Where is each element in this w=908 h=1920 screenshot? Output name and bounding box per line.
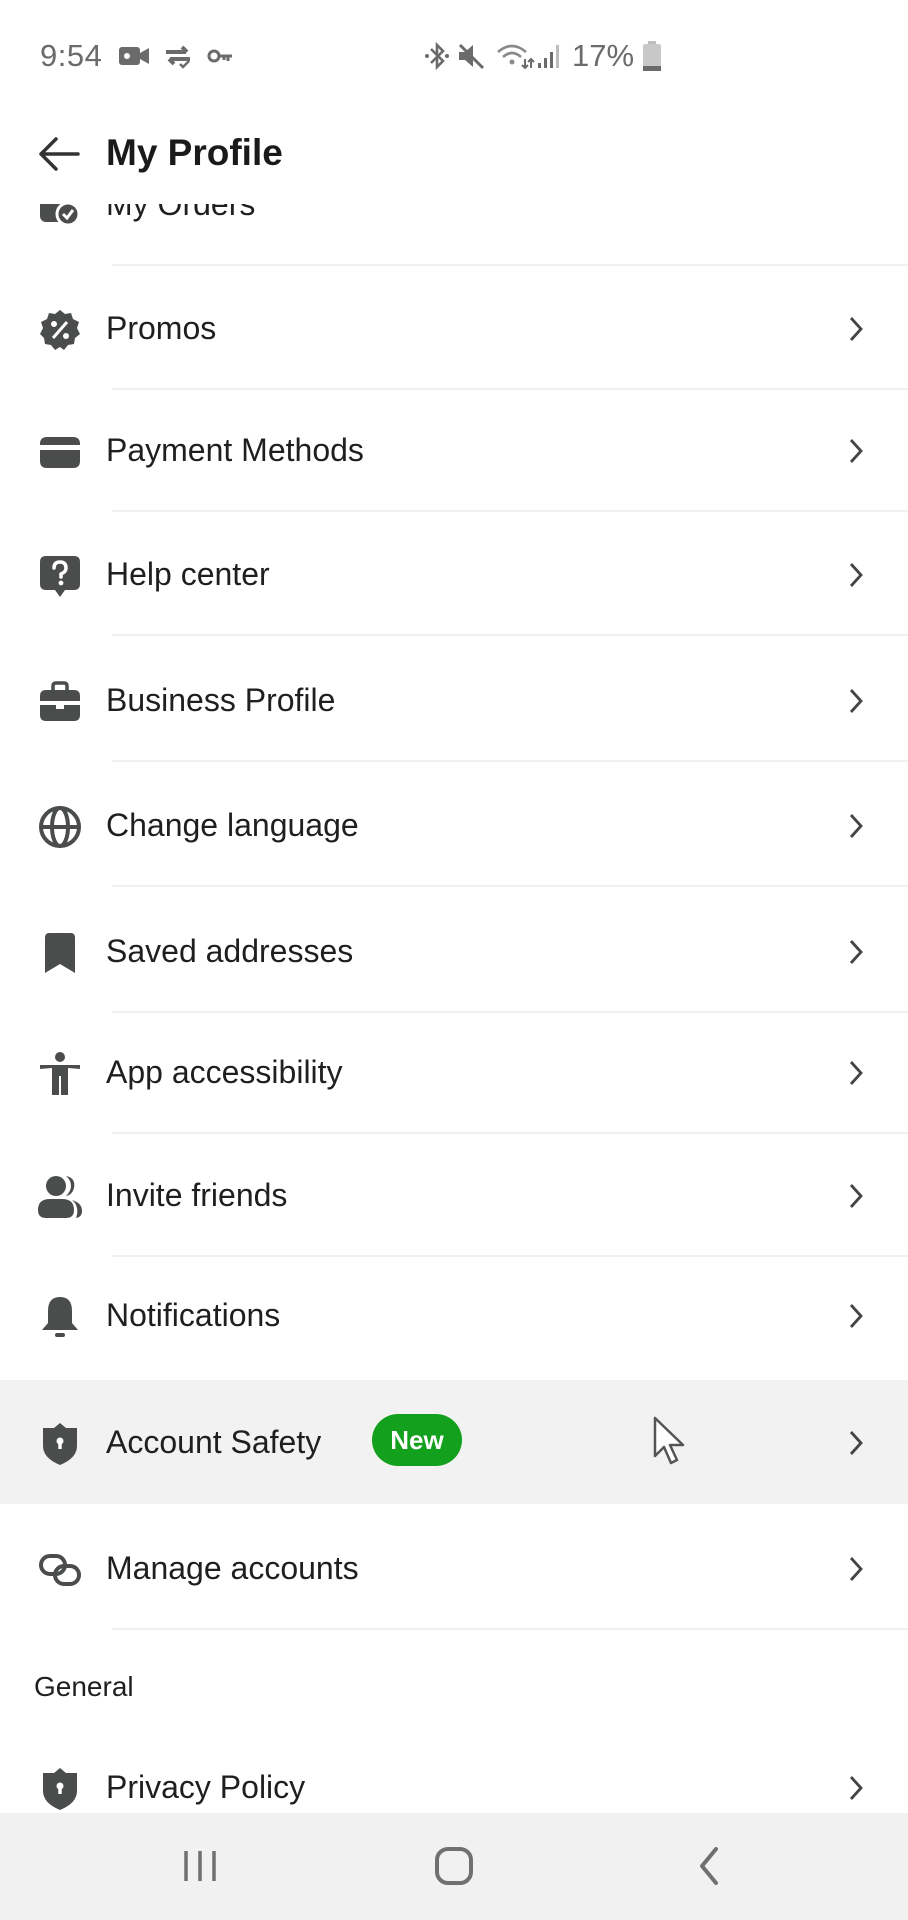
menu-item-label: Business Profile [106,682,336,718]
back-nav-icon[interactable] [694,1843,724,1889]
key-icon [207,49,232,63]
battery-icon [643,41,661,71]
menu-item-manage-accounts[interactable]: Manage accounts [0,1506,908,1630]
globe-icon [39,806,81,848]
bookmark-icon [45,933,75,973]
shield-icon [43,1423,77,1465]
chevron-right-icon [849,814,863,838]
menu-item-label: Manage accounts [106,1550,359,1586]
profile-menu-list[interactable]: My Orders Promos Payment Methods Help ce… [0,204,908,1813]
home-icon[interactable] [432,1843,476,1889]
menu-item-label: Promos [106,310,217,346]
page-title: My Profile [106,132,283,173]
briefcase-icon [40,681,80,721]
chevron-right-icon [849,439,863,463]
menu-item-notifications[interactable]: Notifications [0,1253,908,1377]
status-time: 9:54 [40,38,103,73]
chevron-right-icon [849,1431,863,1455]
chevron-right-icon [849,317,863,341]
menu-item-label: App accessibility [106,1054,343,1090]
users-icon [38,1176,82,1218]
menu-item-label: Invite friends [106,1177,288,1213]
divider [112,634,908,636]
menu-item-change-language[interactable]: Change language [0,763,908,887]
menu-item-business-profile[interactable]: Business Profile [0,638,908,762]
chevron-right-icon [849,689,863,713]
menu-item-label: Privacy Policy [106,1769,306,1805]
mute-icon [458,43,485,70]
credit-card-icon [40,437,80,468]
chevron-right-icon [849,563,863,587]
accessibility-icon [40,1052,80,1095]
chevron-right-icon [849,1184,863,1208]
menu-item-saved-addresses[interactable]: Saved addresses [0,889,908,1013]
section-title-general: General [34,1671,134,1702]
menu-item-label: Account Safety [106,1424,322,1460]
menu-item-app-accessibility[interactable]: App accessibility [0,1010,908,1134]
sync-check-icon [166,45,190,69]
system-nav-bar [0,1813,908,1920]
menu-item-promos[interactable]: Promos [0,266,908,390]
shield-icon [43,1768,77,1810]
menu-item-invite-friends[interactable]: Invite friends [0,1133,908,1257]
video-camera-icon [119,47,149,65]
menu-item-label: Payment Methods [106,432,364,468]
bluetooth-icon [425,42,449,70]
menu-item-payment-methods[interactable]: Payment Methods [0,388,908,512]
menu-item-label: Saved addresses [106,933,354,969]
divider [112,760,908,762]
menu-item-label: Notifications [106,1297,281,1333]
orders-icon [40,204,81,227]
promo-badge-icon [40,310,80,350]
new-badge: New [372,1414,462,1466]
menu-item-my-orders[interactable]: My Orders [0,204,908,266]
menu-item-account-safety[interactable]: Account Safety New [0,1380,908,1504]
menu-item-help-center[interactable]: Help center [0,512,908,636]
battery-percent: 17% [572,38,635,73]
status-bar: 9:54 17% [0,0,908,110]
divider [112,1628,908,1630]
recent-apps-icon[interactable] [180,1843,220,1889]
menu-item-privacy-policy[interactable]: Privacy Policy [0,1725,908,1813]
wifi-icon [497,44,535,70]
bell-icon [42,1297,78,1337]
menu-item-label: Help center [106,556,270,592]
arrow-left-icon[interactable] [36,134,82,174]
menu-item-label: My Orders [106,204,256,222]
help-bubble-icon [40,556,80,597]
divider [112,885,908,887]
chevron-right-icon [849,1776,863,1800]
chevron-right-icon [849,1061,863,1085]
chevron-right-icon [849,1557,863,1581]
menu-item-label: Change language [106,807,359,843]
chevron-right-icon [849,940,863,964]
signal-icon [538,45,559,68]
chevron-right-icon [849,1304,863,1328]
link-icon [39,1554,81,1586]
